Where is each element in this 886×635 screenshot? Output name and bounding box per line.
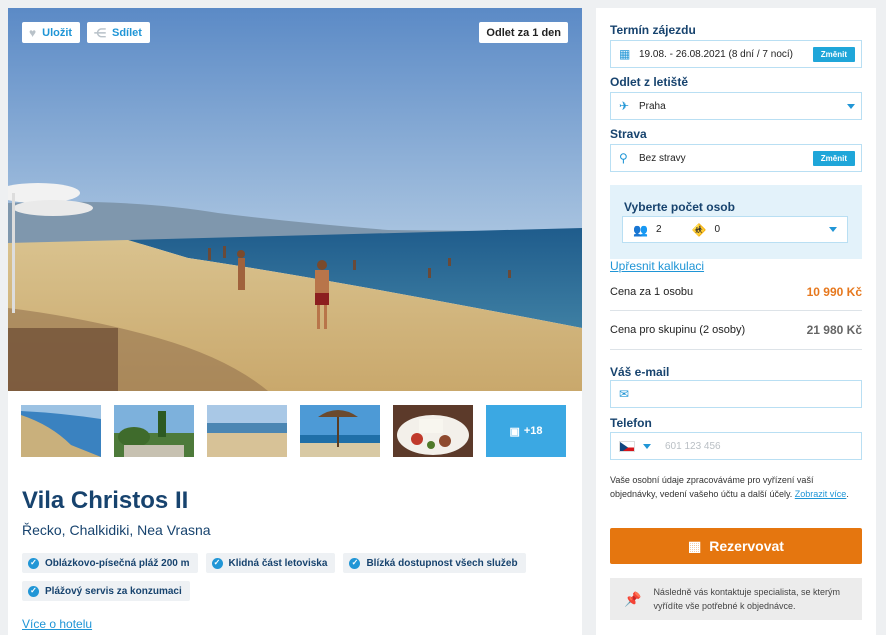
chevron-down-icon	[847, 103, 855, 109]
booking-panel: Termín zájezdu ▦ 19.08. - 26.08.2021 (8 …	[596, 8, 876, 635]
price-group-label: Cena pro skupinu (2 osoby)	[610, 324, 746, 336]
hotel-name: Vila Christos II	[22, 487, 189, 514]
coast-thumbnail-image	[21, 405, 101, 457]
board-label: Strava	[610, 127, 647, 141]
hotel-features: ✓ Oblázkovo-písečná pláž 200 m ✓ Klidná …	[22, 553, 542, 601]
calendar-icon: ▦	[619, 47, 631, 61]
pin-icon: 📌	[624, 591, 642, 607]
price-group-value: 21 980 Kč	[806, 323, 862, 337]
chevron-down-icon	[829, 227, 837, 232]
thumbnail-3[interactable]	[207, 405, 287, 457]
reserve-label: Rezervovat	[709, 538, 784, 554]
price-per-person-value: 10 990 Kč	[806, 285, 862, 299]
change-board-button[interactable]: Změnit	[812, 150, 855, 166]
food-thumbnail-image	[393, 405, 473, 457]
hotel-location: Řecko, Chalkidiki, Nea Vrasna	[22, 522, 211, 538]
show-more-link[interactable]: Zobrazit více	[795, 489, 847, 499]
share-icon: ⋲	[94, 25, 106, 40]
check-icon: ✓	[211, 557, 223, 569]
term-label: Termín zájezdu	[610, 23, 696, 37]
beach-thumbnail-image	[207, 405, 287, 457]
children-count: 0	[714, 224, 721, 235]
persons-title: Vyberte počet osob	[624, 200, 735, 214]
board-value: Bez stravy	[639, 152, 686, 164]
price-group-row: Cena pro skupinu (2 osoby) 21 980 Kč	[610, 323, 862, 337]
thumbnail-1[interactable]	[21, 405, 101, 457]
thumbnail-2[interactable]	[114, 405, 194, 457]
change-term-button[interactable]: Změnit	[812, 46, 855, 62]
email-label: Váš e-mail	[610, 365, 670, 379]
photo-icon: ▣	[509, 425, 520, 438]
phone-label: Telefon	[610, 416, 652, 430]
share-label: Sdílet	[112, 26, 142, 39]
more-photos-button[interactable]: ▣ +18	[486, 405, 566, 457]
check-icon: ✓	[349, 557, 361, 569]
feature-label: Blízká dostupnost všech služeb	[366, 557, 518, 569]
email-field[interactable]: ✉	[610, 380, 862, 408]
persons-select[interactable]: 👥 2 🚸 0	[622, 216, 848, 243]
more-photos-count: +18	[523, 425, 543, 437]
chevron-down-icon[interactable]	[643, 443, 651, 449]
airplane-icon: ✈	[619, 99, 630, 113]
hotel-detail-panel: ♥ Uložit ⋲ Sdílet Odlet za 1 den ▣ +18 V…	[8, 8, 582, 635]
departure-badge: Odlet za 1 den	[479, 22, 568, 43]
gallery-thumbnails: ▣ +18	[21, 405, 566, 457]
heart-icon: ♥	[29, 25, 37, 40]
children-icon: 🚸	[691, 222, 707, 237]
phone-field[interactable]: 601 123 456	[610, 432, 862, 460]
price-per-person-label: Cena za 1 osobu	[610, 286, 694, 298]
note-text: Následně vás kontaktuje specialista, se …	[653, 587, 841, 611]
thumbnail-4[interactable]	[300, 405, 380, 457]
departure-select[interactable]: ✈ Praha	[610, 92, 862, 120]
beach-photo	[8, 8, 582, 391]
divider	[610, 310, 862, 311]
thumbnail-5[interactable]	[393, 405, 473, 457]
board-field[interactable]: ⚲ Bez stravy Změnit	[610, 144, 862, 172]
cutlery-icon: ⚲	[619, 151, 628, 165]
umbrella-thumbnail-image	[300, 405, 380, 457]
persons-box: Vyberte počet osob 👥 2 🚸 0	[610, 185, 862, 259]
privacy-notice: Vaše osobní údaje zpracováváme pro vyříz…	[610, 475, 849, 499]
feature-label: Oblázkovo-písečná pláž 200 m	[45, 557, 190, 569]
check-icon: ✓	[28, 585, 39, 597]
refine-calculation-link[interactable]: Upřesnit kalkulaci	[610, 259, 704, 273]
adults-icon: 👥	[633, 222, 648, 237]
departure-value: Praha	[639, 100, 666, 112]
adults-count: 2	[655, 224, 662, 235]
calendar-icon: ▦	[688, 537, 702, 554]
phone-placeholder: 601 123 456	[665, 440, 721, 452]
reserve-button[interactable]: ▦ Rezervovat	[610, 528, 862, 564]
hero-photo[interactable]: ♥ Uložit ⋲ Sdílet Odlet za 1 den	[8, 8, 582, 391]
save-button[interactable]: ♥ Uložit	[22, 22, 81, 43]
feature-label: Klidná část letoviska	[228, 557, 328, 569]
more-about-hotel-link[interactable]: Více o hotelu	[22, 617, 92, 631]
feature-label: Plážový servis za konzumaci	[45, 585, 182, 597]
privacy-text: Vaše osobní údaje zpracováváme pro vyříz…	[610, 475, 814, 499]
departure-label: Odlet z letiště	[610, 75, 689, 89]
feature-badge: ✓ Oblázkovo-písečná pláž 200 m	[22, 553, 198, 573]
save-label: Uložit	[42, 26, 73, 39]
czech-flag-icon[interactable]	[619, 440, 635, 452]
email-icon: ✉	[619, 387, 630, 401]
divider	[610, 349, 862, 350]
garden-thumbnail-image	[114, 405, 194, 457]
price-per-person-row: Cena za 1 osobu 10 990 Kč	[610, 285, 862, 299]
feature-badge: ✓ Plážový servis za konzumaci	[22, 581, 190, 601]
feature-badge: ✓ Klidná část letoviska	[205, 553, 336, 573]
check-icon: ✓	[28, 557, 39, 569]
term-value: 19.08. - 26.08.2021 (8 dní / 7 nocí)	[639, 48, 793, 60]
share-button[interactable]: ⋲ Sdílet	[87, 22, 150, 43]
specialist-note: 📌 Následně vás kontaktuje specialista, s…	[610, 578, 862, 620]
term-field[interactable]: ▦ 19.08. - 26.08.2021 (8 dní / 7 nocí) Z…	[610, 40, 862, 68]
feature-badge: ✓ Blízká dostupnost všech služeb	[343, 553, 526, 573]
